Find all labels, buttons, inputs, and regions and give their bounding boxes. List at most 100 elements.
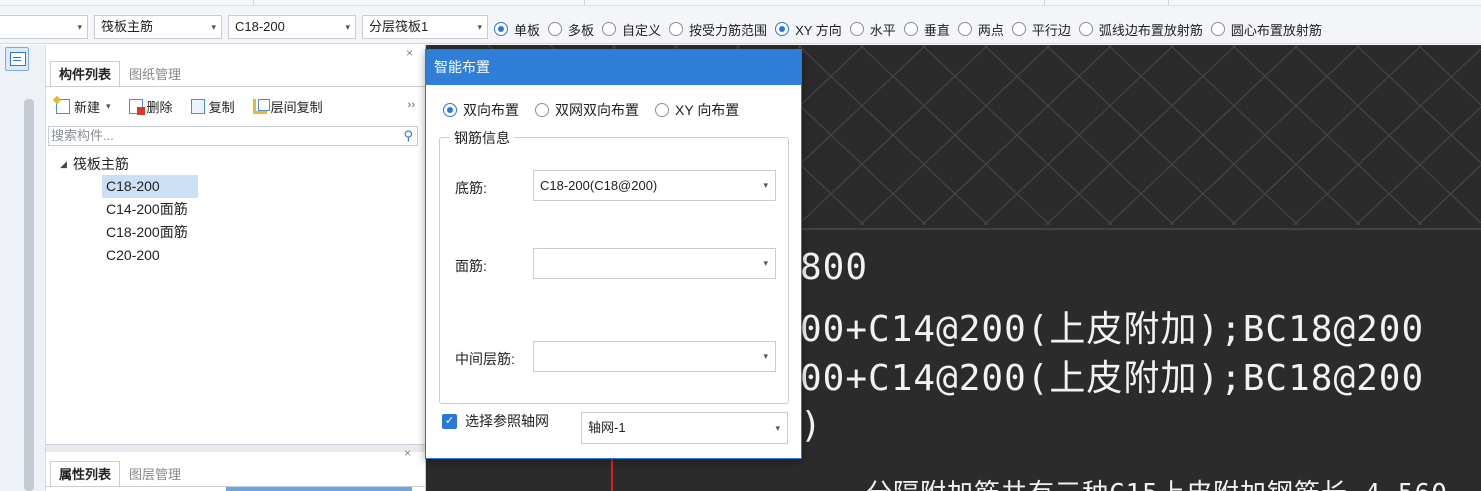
placement-mode-option[interactable]: 单板 bbox=[494, 20, 540, 39]
radio-icon[interactable] bbox=[849, 22, 864, 36]
layer-copy-button[interactable]: 层间复制 bbox=[252, 97, 323, 116]
copy-icon bbox=[190, 98, 205, 114]
placement-mode-option[interactable]: 按受力筋范围 bbox=[669, 20, 767, 39]
panel-toggle-icon[interactable] bbox=[5, 47, 29, 71]
placement-mode-option-label: XY 方向 bbox=[795, 22, 842, 38]
placement-method-option[interactable]: 双网双向布置 bbox=[535, 100, 639, 120]
placement-mode-option[interactable]: 平行边 bbox=[1011, 20, 1071, 39]
radio-icon[interactable] bbox=[602, 22, 617, 36]
placement-mode-option[interactable]: 两点 bbox=[957, 20, 1004, 39]
placement-mode-option[interactable]: 垂直 bbox=[903, 20, 950, 39]
chevron-down-icon: ▾ bbox=[763, 351, 768, 361]
radio-icon[interactable] bbox=[535, 103, 549, 117]
placement-mode-option-label: 圆心布置放射筋 bbox=[1230, 22, 1322, 38]
placement-method-option[interactable]: XY 向布置 bbox=[655, 100, 739, 120]
chevron-down-icon: ▾ bbox=[77, 22, 82, 32]
middle-rebar-select[interactable]: ▾ bbox=[533, 341, 776, 372]
placement-mode-option-label: 平行边 bbox=[1031, 22, 1071, 38]
placement-mode-option[interactable]: 自定义 bbox=[602, 20, 661, 39]
component-type-select[interactable]: 筏板主筋 ▾ bbox=[94, 15, 222, 39]
radio-icon[interactable] bbox=[655, 103, 669, 117]
close-icon[interactable]: × bbox=[406, 46, 413, 60]
top-rebar-select[interactable]: ▾ bbox=[533, 248, 776, 279]
left-scrollbar[interactable] bbox=[24, 99, 34, 491]
left-nav-bar bbox=[0, 45, 46, 491]
component-tree: ◢ 筏板主筋 C18-200 C14-200面筋 C18-200面筋 C20-2… bbox=[60, 153, 198, 267]
component-panel-tabs: 构件列表 图纸管理 bbox=[50, 61, 190, 87]
placement-mode-option[interactable]: 弧线边布置放射筋 bbox=[1078, 20, 1203, 39]
radio-icon[interactable] bbox=[957, 22, 972, 36]
placement-mode-option[interactable]: 水平 bbox=[849, 20, 896, 39]
tree-root-node[interactable]: ◢ 筏板主筋 bbox=[60, 153, 198, 175]
layer-copy-button-label: 层间复制 bbox=[270, 99, 323, 115]
bottom-rebar-select[interactable]: C18-200(C18@200) ▾ bbox=[533, 170, 776, 201]
tab-layer-management[interactable]: 图层管理 bbox=[120, 461, 190, 487]
cad-annotation-line: ) bbox=[800, 405, 823, 446]
radio-icon[interactable] bbox=[1078, 22, 1093, 36]
delete-button[interactable]: 删除 bbox=[128, 97, 173, 116]
copy-button[interactable]: 复制 bbox=[190, 97, 235, 116]
placement-mode-option-label: 弧线边布置放射筋 bbox=[1098, 22, 1203, 38]
delete-button-label: 删除 bbox=[146, 99, 173, 115]
radio-icon[interactable] bbox=[1210, 22, 1225, 36]
combo-blank[interactable]: ▾ bbox=[0, 15, 88, 39]
new-button-label: 新建 bbox=[74, 99, 101, 115]
collapse-triangle-icon[interactable]: ◢ bbox=[60, 153, 67, 175]
copy-button-label: 复制 bbox=[208, 99, 235, 115]
cad-annotation-line: 00+C14@200(上皮附加);BC18@200 bbox=[800, 309, 1425, 350]
layer-select[interactable]: 分层筏板1 ▾ bbox=[362, 15, 488, 39]
ref-axis-value: 轴网-1 bbox=[588, 420, 626, 435]
top-rebar-label: 面筋: bbox=[455, 258, 487, 274]
component-type-value: 筏板主筋 bbox=[101, 19, 154, 34]
tab-component-list[interactable]: 构件列表 bbox=[50, 61, 121, 87]
component-search-input[interactable]: 搜索构件... ⚲ bbox=[48, 126, 418, 146]
new-button[interactable]: 新建 ▾ bbox=[56, 97, 111, 116]
panel-splitter[interactable] bbox=[46, 444, 426, 452]
close-icon[interactable]: × bbox=[404, 446, 411, 460]
radio-icon[interactable] bbox=[494, 22, 508, 36]
radio-icon[interactable] bbox=[1011, 22, 1026, 36]
tab-property-list[interactable]: 属性列表 bbox=[50, 461, 121, 487]
property-toolbar: ▾ 筏板主筋 ▾ C18-200 ▾ 分层筏板1 ▾ 单板 多板 自定义 按受力筋范围… bbox=[0, 6, 1481, 44]
placement-mode-radio-group: 单板 多板 自定义 按受力筋范围 XY 方向 水平 垂直 两点 平行边 弧线边布置放射筋 圆心布置放… bbox=[494, 18, 1330, 40]
radio-icon[interactable] bbox=[548, 22, 563, 36]
radio-icon[interactable] bbox=[669, 22, 684, 36]
placement-mode-option-label: 按受力筋范围 bbox=[689, 22, 768, 38]
ref-axis-select[interactable]: 轴网-1 ▾ bbox=[581, 412, 788, 444]
ref-axis-checkbox[interactable]: ✓ 选择参照轴网 bbox=[442, 411, 549, 431]
tree-item[interactable]: C14-200面筋 bbox=[102, 198, 198, 221]
tab-drawing-management[interactable]: 图纸管理 bbox=[120, 61, 190, 87]
placement-mode-option-label: 垂直 bbox=[923, 22, 950, 38]
component-name-value: C18-200 bbox=[235, 19, 285, 34]
placement-mode-option-label: 两点 bbox=[977, 22, 1004, 38]
radio-icon[interactable] bbox=[775, 22, 790, 36]
placement-mode-option[interactable]: 圆心布置放射筋 bbox=[1210, 20, 1322, 39]
tree-root-label: 筏板主筋 bbox=[72, 156, 129, 172]
radio-icon[interactable] bbox=[903, 22, 918, 36]
placement-mode-option[interactable]: XY 方向 bbox=[775, 20, 842, 39]
tree-item[interactable]: C18-200面筋 bbox=[102, 221, 198, 244]
new-icon bbox=[56, 98, 70, 114]
component-name-select[interactable]: C18-200 ▾ bbox=[228, 15, 356, 39]
cad-annotation-line: 800 bbox=[800, 247, 869, 288]
tree-item[interactable]: C20-200 bbox=[102, 244, 198, 267]
checkmark-icon[interactable]: ✓ bbox=[442, 413, 457, 429]
dialog-title[interactable]: 智能布置 bbox=[426, 50, 801, 85]
search-icon[interactable]: ⚲ bbox=[403, 127, 413, 145]
placement-mode-option-label: 单板 bbox=[514, 22, 541, 38]
tree-item[interactable]: C18-200 bbox=[102, 175, 198, 198]
radio-icon[interactable] bbox=[443, 103, 457, 117]
chevron-down-icon: ▾ bbox=[477, 22, 482, 32]
chevron-down-icon: ▾ bbox=[775, 423, 780, 433]
chevron-down-icon[interactable]: ▾ bbox=[106, 101, 111, 112]
placement-method-option[interactable]: 双向布置 bbox=[443, 100, 519, 120]
placement-mode-option-label: 水平 bbox=[869, 22, 896, 38]
placement-mode-option[interactable]: 多板 bbox=[548, 20, 594, 39]
placement-method-option-label: 双网双向布置 bbox=[555, 102, 639, 118]
cad-annotation-line: 00+C14@200(上皮附加);BC18@200 bbox=[800, 358, 1425, 399]
cad-annotation-bottom: 分隔附加筋共有三种C15上皮附加钢筋长 4.560 bbox=[866, 473, 1448, 491]
component-actions: 新建 ▾ 删除 复制 层间复制 bbox=[56, 95, 341, 117]
rebar-info-title: 钢筋信息 bbox=[450, 128, 514, 148]
more-actions-icon[interactable]: ›› bbox=[408, 99, 415, 111]
chevron-down-icon: ▾ bbox=[345, 22, 350, 32]
